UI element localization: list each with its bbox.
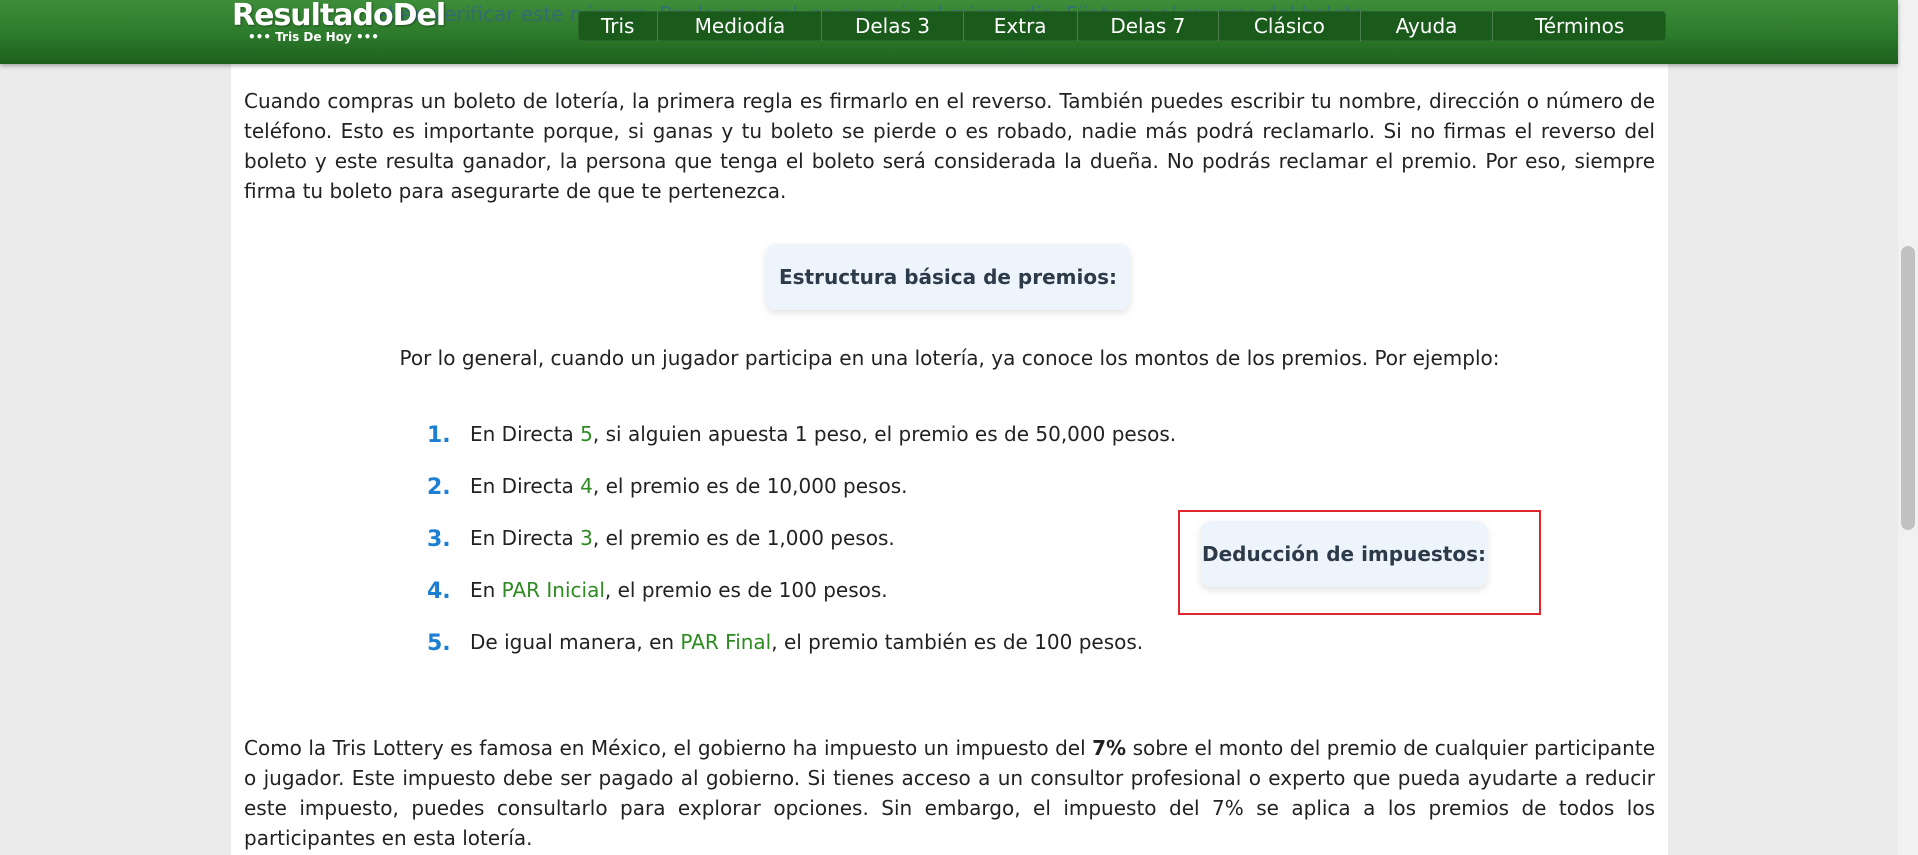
list-text: En PAR Inicial, el premio es de 100 peso… bbox=[470, 578, 888, 602]
list-text: De igual manera, en PAR Final, el premio… bbox=[470, 630, 1144, 654]
scrollbar-thumb[interactable] bbox=[1901, 246, 1915, 530]
nav-item-extra[interactable]: Extra bbox=[964, 11, 1078, 41]
signing-paragraph: Cuando compras un boleto de lotería, la … bbox=[244, 89, 1655, 203]
nav-item-terminos[interactable]: Términos bbox=[1493, 11, 1666, 41]
list-number: 4. bbox=[427, 579, 451, 604]
tax-paragraph: Como la Tris Lottery es famosa en México… bbox=[244, 736, 1655, 850]
game-highlight: 4 bbox=[580, 474, 593, 498]
game-highlight: PAR Final bbox=[680, 630, 772, 654]
list-text: En Directa 3, el premio es de 1,000 peso… bbox=[470, 526, 895, 550]
game-highlight: PAR Inicial bbox=[501, 578, 605, 602]
tax-rate: 7% bbox=[1092, 736, 1127, 760]
scrollbar[interactable] bbox=[1898, 0, 1918, 855]
main-content: Cuando compras un boleto de lotería, la … bbox=[231, 64, 1668, 855]
logo-subtitle: ••• Tris De Hoy ••• bbox=[248, 30, 379, 44]
list-number: 3. bbox=[427, 527, 451, 552]
site-header: eben verificar este número. Por lo gener… bbox=[0, 0, 1898, 64]
game-highlight: 3 bbox=[580, 526, 593, 550]
nav-item-clasico[interactable]: Clásico bbox=[1219, 11, 1361, 41]
nav-item-tris[interactable]: Tris bbox=[578, 11, 659, 41]
list-number: 5. bbox=[427, 631, 451, 656]
nav-item-delas-3[interactable]: Delas 3 bbox=[822, 11, 964, 41]
list-number: 2. bbox=[427, 475, 451, 500]
target-highlight-frame bbox=[1178, 510, 1541, 615]
list-number: 1. bbox=[427, 423, 451, 448]
nav-item-ayuda[interactable]: Ayuda bbox=[1361, 11, 1494, 41]
list-text: En Directa 4, el premio es de 10,000 pes… bbox=[470, 474, 908, 498]
prize-structure-heading: Estructura básica de premios: bbox=[766, 244, 1130, 310]
prize-structure-heading-text: Estructura básica de premios: bbox=[778, 265, 1118, 289]
logo-title: ResultadoDel bbox=[232, 0, 446, 33]
site-logo[interactable]: ResultadoDel ••• Tris De Hoy ••• bbox=[232, 0, 446, 48]
nav-item-mediodia[interactable]: Mediodía bbox=[658, 11, 823, 41]
game-highlight: 5 bbox=[580, 422, 593, 446]
nav-item-delas-7[interactable]: Delas 7 bbox=[1078, 11, 1219, 41]
prize-intro-text: Por lo general, cuando un jugador partic… bbox=[399, 346, 1500, 370]
list-text: En Directa 5, si alguien apuesta 1 peso,… bbox=[470, 422, 1177, 446]
main-nav: Tris Mediodía Delas 3 Extra Delas 7 Clás… bbox=[578, 11, 1666, 41]
